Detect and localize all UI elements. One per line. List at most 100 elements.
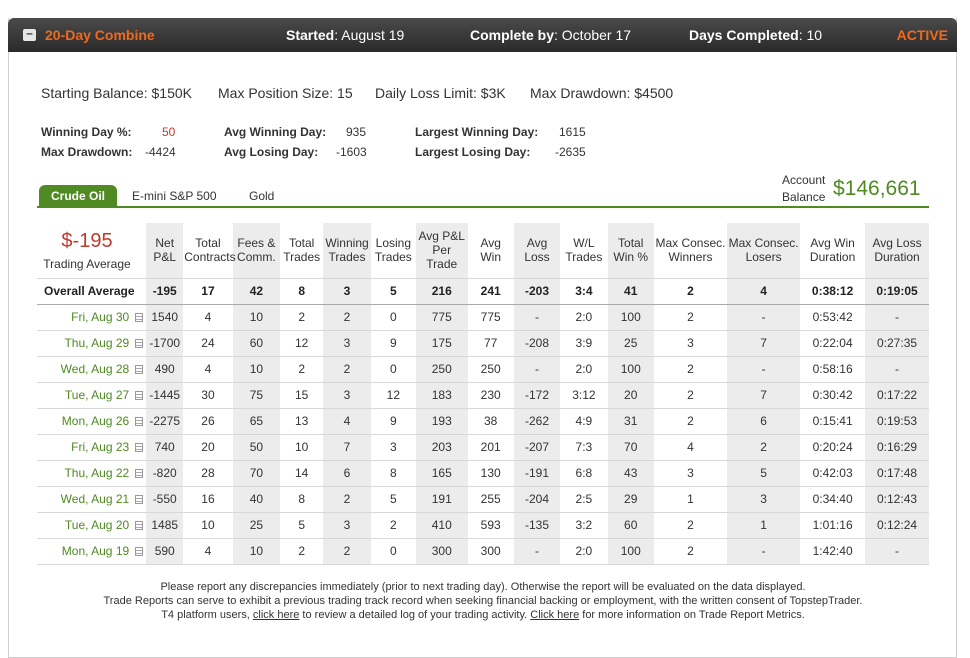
table-cell: 2 [653, 278, 728, 305]
row-date[interactable]: Tue, Aug 20 [37, 512, 147, 539]
table-row: Wed, Aug 28 490 4 10 2 2 0 250 250-2:0 100 2-0:58:… [37, 356, 929, 383]
tab-crude-oil[interactable]: Crude Oil [39, 185, 118, 206]
report-footer: Please report any discrepancies immediat… [37, 580, 929, 622]
table-cell: 5 [727, 460, 801, 487]
table-cell: 3 [727, 486, 801, 513]
row-date[interactable]: Fri, Aug 30 [37, 304, 147, 331]
table-cell: 30 [183, 382, 233, 409]
col-header: Total Contracts [183, 223, 236, 279]
table-cell: 4 [183, 356, 233, 383]
table-cell: 4 [653, 434, 728, 461]
table-cell: 0:53:42 [800, 304, 866, 331]
table-cell: 7:3 [560, 434, 608, 461]
col-header: W/L Trades [560, 223, 608, 279]
table-row: Fri, Aug 23 740 20 50 10 7 3 203 201 -207 7:3 70 4 2 0… [37, 434, 929, 461]
table-cell: 3:12 [560, 382, 608, 409]
table-cell: 70 [607, 434, 654, 461]
trading-average: $-195 Trading Average [38, 230, 136, 271]
table-cell: 26 [183, 408, 233, 435]
table-cell: 15 [280, 382, 324, 409]
table-cell: 38 [467, 408, 514, 435]
max-position-size: Max Position Size: 15 [218, 85, 353, 101]
table-cell: 100 [607, 304, 654, 331]
largest-winning-day-label: Largest Winning Day: [415, 125, 539, 139]
trading-log-link[interactable]: click here [253, 609, 299, 621]
table-cell: 2 [653, 408, 728, 435]
table-cell: -1700 [146, 330, 184, 357]
col-header: Avg Win [467, 223, 514, 279]
table-cell: 2 [653, 538, 728, 565]
note-icon[interactable] [135, 365, 144, 374]
row-date[interactable]: Mon, Aug 26 [37, 408, 147, 435]
complete-by-date: Complete by: October 17 [470, 27, 632, 43]
note-icon[interactable] [135, 313, 144, 322]
table-cell: -195 [146, 278, 184, 305]
col-header: Max Consec. Losers [727, 223, 801, 279]
table-row: Thu, Aug 29 -1700 24 60 12 3 9 175 77 -208 3:9 25 3 7… [37, 330, 929, 357]
note-icon[interactable] [135, 391, 144, 400]
table-cell: 28 [183, 460, 233, 487]
table-cell: -203 [513, 278, 561, 305]
table-cell: 25 [232, 512, 281, 539]
largest-winning-day-value: 1615 [559, 125, 586, 139]
table-cell: 0 [370, 356, 416, 383]
collapse-toggle-icon[interactable]: – [23, 27, 36, 41]
table-cell: - [513, 304, 561, 331]
table-cell: 230 [467, 382, 514, 409]
table-cell: 12 [370, 382, 416, 409]
note-icon[interactable] [135, 469, 144, 478]
table-header-row: Net P&L Total Contracts Fees & Comm. Tot… [37, 223, 929, 279]
tab-gold[interactable]: Gold [237, 185, 286, 206]
table-cell: 241 [467, 278, 514, 305]
note-icon[interactable] [135, 417, 144, 426]
table-cell: 50 [232, 434, 281, 461]
table-cell: 2:0 [560, 356, 608, 383]
table-cell: 77 [467, 330, 514, 357]
table-cell: -820 [146, 460, 184, 487]
footer-line-1: Please report any discrepancies immediat… [160, 581, 806, 593]
table-cell: -550 [146, 486, 184, 513]
table-cell: 0:42:03 [800, 460, 866, 487]
starting-balance: Starting Balance: $150K [41, 85, 192, 101]
table-cell: - [727, 538, 801, 565]
tab-emini-sp500[interactable]: E-mini S&P 500 [120, 185, 229, 206]
col-header: Fees & Comm. [232, 223, 281, 279]
table-cell: 0 [370, 304, 416, 331]
table-cell: 165 [416, 460, 468, 487]
note-icon[interactable] [135, 547, 144, 556]
row-date[interactable]: Thu, Aug 22 [37, 460, 147, 487]
table-cell: 3 [370, 434, 416, 461]
row-date[interactable]: Fri, Aug 23 [37, 434, 147, 461]
row-date[interactable]: Mon, Aug 19 [37, 538, 147, 565]
table-cell: 2 [653, 512, 728, 539]
table-cell: 70 [232, 460, 281, 487]
table-cell: 0:20:24 [800, 434, 866, 461]
row-date[interactable]: Wed, Aug 21 [37, 486, 147, 513]
table-cell: - [513, 538, 561, 565]
table-cell: -135 [513, 512, 561, 539]
avg-losing-day-value: -1603 [336, 145, 367, 159]
table-cell: 250 [467, 356, 514, 383]
table-cell: 8 [370, 460, 416, 487]
table-cell: - [727, 356, 801, 383]
table-cell: 3 [323, 330, 371, 357]
note-icon[interactable] [135, 339, 144, 348]
table-cell: 13 [280, 408, 324, 435]
table-cell: 3:4 [560, 278, 608, 305]
note-icon[interactable] [135, 443, 144, 452]
row-date[interactable]: Tue, Aug 27 [37, 382, 147, 409]
row-date[interactable]: Thu, Aug 29 [37, 330, 147, 357]
table-cell: 6 [727, 408, 801, 435]
table-cell: 2 [653, 356, 728, 383]
table-cell: 9 [370, 330, 416, 357]
metrics-info-link[interactable]: Click here [530, 609, 579, 621]
combine-header: – 20-Day Combine Started: August 19 Comp… [8, 18, 957, 52]
row-date[interactable]: Wed, Aug 28 [37, 356, 147, 383]
table-cell: 130 [467, 460, 514, 487]
table-cell: 0:19:05 [865, 278, 929, 305]
table-cell: 203 [416, 434, 468, 461]
col-header: Total Trades [280, 223, 324, 279]
note-icon[interactable] [135, 495, 144, 504]
note-icon[interactable] [135, 521, 144, 530]
table-cell: 2 [323, 538, 371, 565]
